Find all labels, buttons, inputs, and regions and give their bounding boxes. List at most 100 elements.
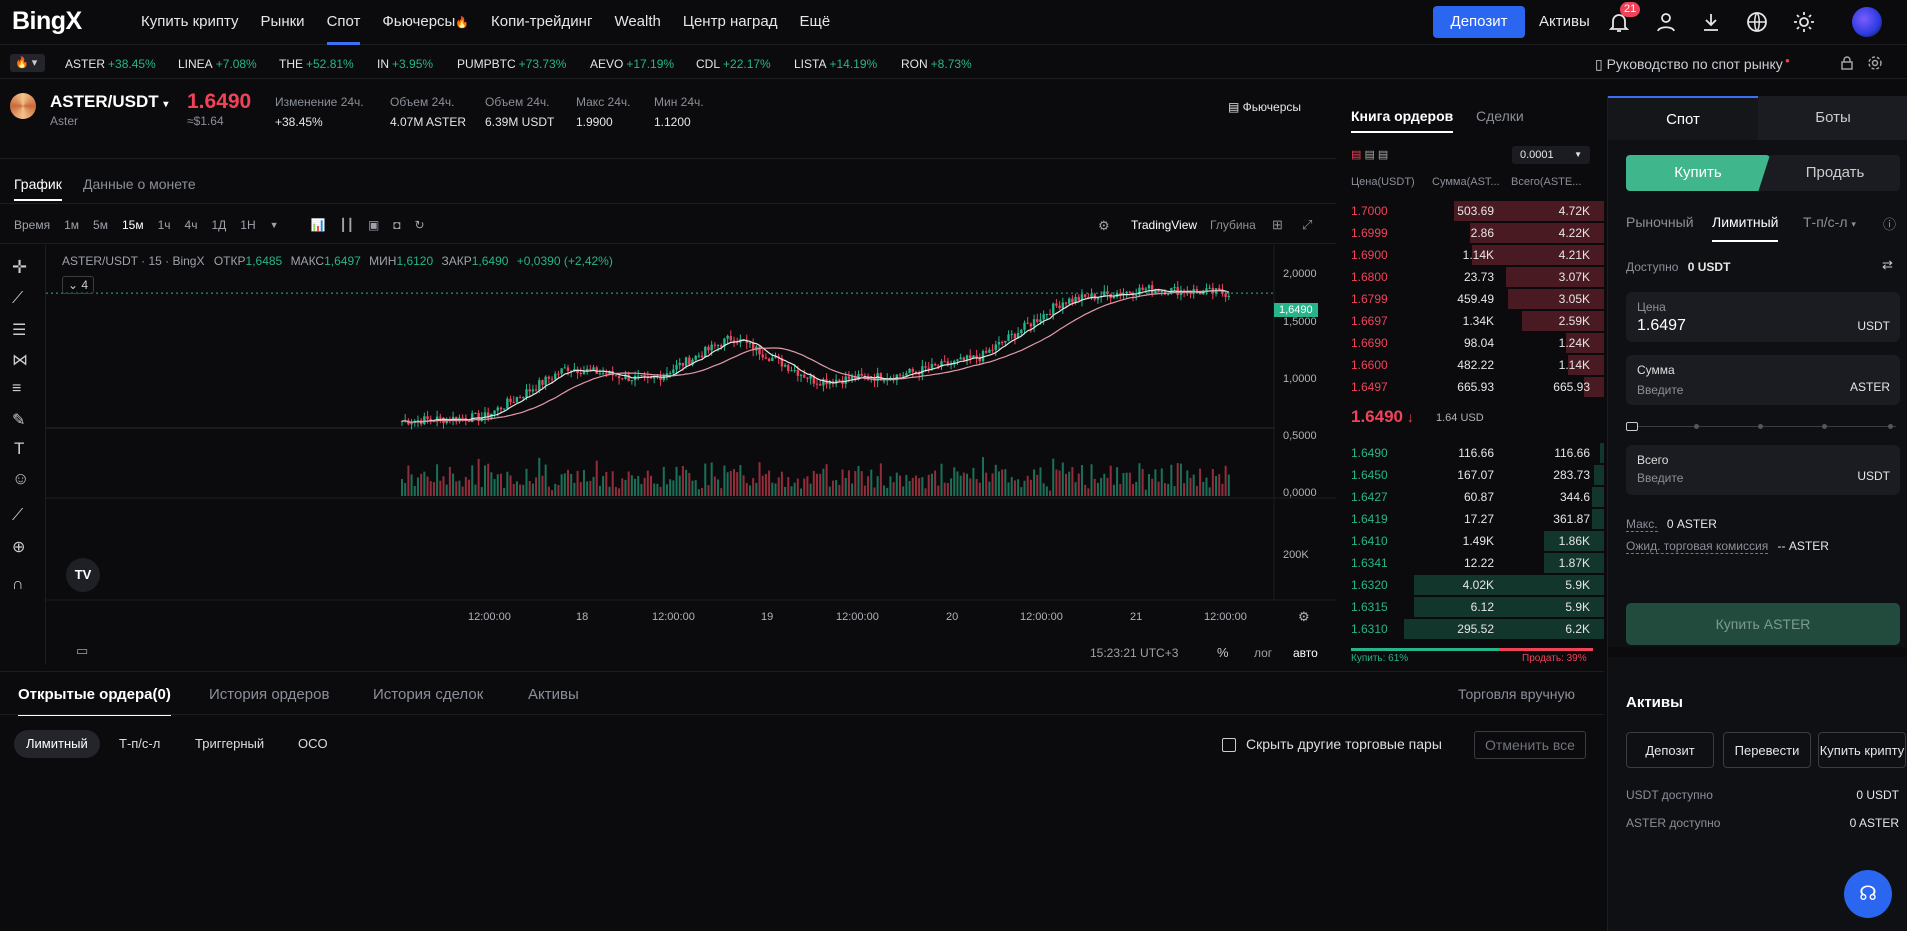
nav-buy-crypto[interactable]: Купить крипту	[130, 0, 250, 45]
emoji-icon[interactable]: ☺	[12, 469, 29, 489]
interval-1w[interactable]: 1Н	[240, 218, 255, 232]
tab-orderbook[interactable]: Книга ордеров	[1351, 108, 1454, 133]
layout-both-icon[interactable]: ▤ ▤ ▤	[1351, 148, 1388, 161]
transfer-icon[interactable]: ⇄	[1882, 257, 1893, 273]
ask-row[interactable]: 1.6900 1.14K 4.21K	[1340, 244, 1604, 266]
interval-1h[interactable]: 1ч	[158, 218, 171, 232]
tab-chart[interactable]: График	[14, 176, 62, 201]
price-field[interactable]: Цена 1.6497 USDT	[1626, 292, 1900, 342]
fibonacci-icon[interactable]: ≡	[12, 380, 21, 398]
nav-wealth[interactable]: Wealth	[603, 0, 671, 45]
download-icon[interactable]	[1699, 10, 1723, 34]
deposit-button[interactable]: Депозит	[1433, 6, 1525, 38]
interval-15m[interactable]: 15м	[122, 218, 144, 232]
tab-open-orders[interactable]: Открытые ордера(0)	[18, 686, 171, 716]
buy-tab[interactable]: Купить	[1626, 155, 1770, 191]
bid-row[interactable]: 1.6315 6.12 5.9K	[1340, 596, 1604, 618]
hot-filter[interactable]: 🔥 ▾	[10, 54, 45, 72]
asset-transfer-button[interactable]: Перевести	[1723, 732, 1811, 768]
ticker-item[interactable]: THE +52.81%	[279, 57, 354, 71]
info-icon[interactable]: ⓘ	[1883, 214, 1896, 233]
bid-row[interactable]: 1.6310 295.52 6.2K	[1340, 618, 1604, 640]
amount-slider[interactable]	[1626, 422, 1896, 431]
bid-row[interactable]: 1.6450 167.07 283.73	[1340, 464, 1604, 486]
order-type-market[interactable]: Рыночный	[1626, 214, 1694, 230]
ruler-icon[interactable]: ⟋	[12, 507, 23, 525]
bingx-logo[interactable]: BingX	[12, 7, 82, 36]
ask-row[interactable]: 1.6690 98.04 1.24K	[1340, 332, 1604, 354]
tab-bots[interactable]: Боты	[1758, 96, 1907, 140]
ask-row[interactable]: 1.7000 503.69 4.72K	[1340, 200, 1604, 222]
total-input[interactable]: Введите	[1637, 471, 1683, 485]
ticker-item[interactable]: ASTER +38.45%	[65, 57, 156, 71]
scale-auto[interactable]: авто	[1293, 646, 1318, 660]
futures-button[interactable]: ▤ Фьючерсы	[1228, 100, 1301, 114]
asset-buy-crypto-button[interactable]: Купить крипту	[1818, 732, 1906, 768]
interval-4h[interactable]: 4ч	[185, 218, 198, 232]
ticker-item[interactable]: RON +8.73%	[901, 57, 972, 71]
ask-row[interactable]: 1.6799 459.49 3.05K	[1340, 288, 1604, 310]
zoom-in-icon[interactable]: ⊕	[12, 537, 25, 557]
tab-trade-history[interactable]: История сделок	[373, 686, 483, 703]
sell-tab[interactable]: Продать	[1770, 155, 1900, 191]
filter-limit[interactable]: Лимитный	[14, 730, 100, 758]
slider-step[interactable]	[1888, 424, 1893, 429]
refresh-icon[interactable]: ↻	[415, 218, 425, 232]
total-field[interactable]: Всего Введите USDT	[1626, 445, 1900, 495]
tab-trades[interactable]: Сделки	[1476, 108, 1524, 124]
order-type-tpsl[interactable]: Т-п/с-л ▾	[1803, 214, 1856, 230]
cancel-all-button[interactable]: Отменить все	[1474, 731, 1586, 759]
tab-order-history[interactable]: История ордеров	[209, 686, 329, 703]
nav-rewards-center[interactable]: Центр наград	[672, 0, 789, 45]
filter-oco[interactable]: OCO	[298, 730, 328, 758]
brush-icon[interactable]: ✎	[12, 410, 25, 430]
manual-trading[interactable]: Торговля вручную	[1458, 686, 1575, 702]
nav-more[interactable]: Ещё	[789, 0, 842, 45]
ask-row[interactable]: 1.6999 2.86 4.22K	[1340, 222, 1604, 244]
ticker-item[interactable]: AEVO +17.19%	[590, 57, 674, 71]
nav-markets[interactable]: Рынки	[250, 0, 316, 45]
settings-gear-icon[interactable]	[1867, 55, 1883, 71]
view-tradingview[interactable]: TradingView	[1131, 218, 1197, 232]
tab-spot[interactable]: Спот	[1608, 96, 1758, 140]
price-value[interactable]: 1.6497	[1637, 317, 1686, 335]
theme-sun-icon[interactable]	[1792, 10, 1816, 34]
indicators-collapse[interactable]: ⌄ 4	[62, 276, 94, 294]
filter-tpsl[interactable]: Т-п/с-л	[119, 730, 160, 758]
support-headset-icon[interactable]: ☊	[1844, 870, 1892, 918]
bid-row[interactable]: 1.6427 60.87 344.6	[1340, 486, 1604, 508]
scale-percent[interactable]: %	[1217, 645, 1229, 660]
fullscreen-icon[interactable]: ⤢	[1302, 217, 1312, 233]
pair-selector[interactable]: ASTER/USDT ▾	[50, 92, 168, 112]
price-chart[interactable]	[0, 245, 1336, 665]
interval-1d[interactable]: 1Д	[211, 218, 226, 232]
nav-copy-trading[interactable]: Копи-трейдинг	[480, 0, 603, 45]
bid-row[interactable]: 1.6419 17.27 361.87	[1340, 508, 1604, 530]
spot-guide-link[interactable]: ▯ Руководство по спот рынку ●	[1595, 56, 1790, 73]
avatar[interactable]	[1852, 7, 1882, 37]
nav-futures[interactable]: Фьючерсы🔥	[371, 0, 480, 45]
magnet-icon[interactable]: ∩	[12, 576, 24, 594]
calendar-icon[interactable]: ▭	[76, 643, 88, 659]
tab-coin-info[interactable]: Данные о монете	[83, 176, 196, 192]
bid-row[interactable]: 1.6341 12.22 1.87K	[1340, 552, 1604, 574]
text-icon[interactable]: T	[14, 439, 24, 459]
template-icon[interactable]: ▣	[368, 218, 379, 232]
ask-row[interactable]: 1.6600 482.22 1.14K	[1340, 354, 1604, 376]
ticker-item[interactable]: LISTA +14.19%	[794, 57, 877, 71]
filter-trigger[interactable]: Триггерный	[195, 730, 264, 758]
trendline-icon[interactable]: ⟋	[12, 290, 23, 308]
globe-icon[interactable]	[1745, 10, 1769, 34]
lock-icon[interactable]	[1839, 55, 1855, 71]
tradingview-logo[interactable]: TV	[66, 558, 100, 592]
chart-settings-icon[interactable]: ⚙	[1298, 609, 1310, 625]
slider-step[interactable]	[1758, 424, 1763, 429]
user-icon[interactable]	[1654, 10, 1678, 34]
bid-row[interactable]: 1.6490 116.66 116.66	[1340, 442, 1604, 464]
ticker-item[interactable]: LINEA +7.08%	[178, 57, 257, 71]
horizontal-lines-icon[interactable]: ☰	[12, 320, 26, 340]
view-depth[interactable]: Глубина	[1210, 218, 1256, 232]
pattern-icon[interactable]: ⋈	[12, 350, 28, 370]
asset-deposit-button[interactable]: Депозит	[1626, 732, 1714, 768]
chart-area[interactable]: ASTER/USDT · 15 · BingX ОТКР1,6485 МАКС1…	[0, 245, 1336, 665]
